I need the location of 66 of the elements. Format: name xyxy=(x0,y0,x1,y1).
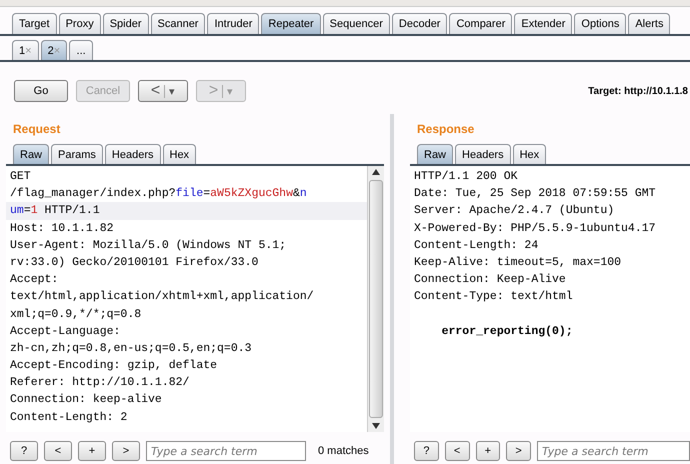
request-tab[interactable]: ... xyxy=(69,40,94,60)
editor-tab[interactable]: Raw xyxy=(417,144,454,164)
main-tab[interactable]: Target xyxy=(12,13,57,34)
code-line: xml;q=0.9,*/*;q=0.8 xyxy=(9,306,142,322)
code-line: X-Powered-By: PHP/5.5.9-1ubuntu4.17 xyxy=(414,222,656,235)
response-editor[interactable] xyxy=(410,166,690,432)
main-tab[interactable]: Extender xyxy=(514,13,572,34)
main-tab[interactable]: Sequencer xyxy=(322,13,390,34)
help-button[interactable]: ? xyxy=(10,441,38,461)
search-field[interactable]: Type a search term xyxy=(146,441,306,461)
code-line: Date: Tue, 25 Sep 2018 07:59:55 GMT xyxy=(414,187,656,200)
scrollbar[interactable] xyxy=(367,166,384,432)
editor-tab[interactable]: Hex xyxy=(512,144,546,164)
code-line: Content-Length: 2 xyxy=(9,410,128,426)
previous-button[interactable]: < xyxy=(444,441,470,461)
next-button[interactable]: > xyxy=(112,441,140,461)
main-tab[interactable]: Options xyxy=(574,13,626,34)
code-line: text/html,application/xhtml+xml,application/ xyxy=(9,289,315,306)
main-tab[interactable]: Comparer xyxy=(449,13,512,34)
match-count: 0 matches xyxy=(318,445,369,457)
back-button[interactable]: < ▾ xyxy=(138,80,188,102)
main-tab[interactable]: Proxy xyxy=(58,13,101,34)
code-line: Referer: http://10.1.1.82/ xyxy=(9,375,190,392)
editor-tab[interactable]: Headers xyxy=(455,144,511,164)
request-editor[interactable] xyxy=(6,166,384,432)
scroll-up-icon[interactable] xyxy=(372,169,380,175)
code-line: zh-cn,zh;q=0.8,en-us;q=0.5,en;q=0.3 xyxy=(9,340,253,357)
code-line: Keep-Alive: timeout=5, max=100 xyxy=(414,256,622,269)
code-line: error_reporting(0); xyxy=(440,324,573,338)
add-button[interactable]: + xyxy=(78,441,106,461)
code-line: Server: Apache/2.4.7 (Ubuntu) xyxy=(414,204,614,218)
main-tab[interactable]: Alerts xyxy=(628,13,670,34)
code-line: HTTP/1.1 200 OK xyxy=(414,170,518,183)
go-button[interactable]: Go xyxy=(14,80,68,102)
add-button[interactable]: + xyxy=(476,441,500,461)
search-field[interactable]: Type a search term xyxy=(537,441,690,461)
code-line: Content-Length: 24 xyxy=(414,238,538,252)
code-line: Accept: xyxy=(9,272,60,288)
code-line: Accept-Language: xyxy=(9,324,122,340)
request-title: Request xyxy=(12,121,62,138)
main-tab[interactable]: Intruder xyxy=(207,13,260,34)
main-tab[interactable]: Scanner xyxy=(150,13,206,34)
code-line: User-Agent: Mozilla/5.0 (Windows NT 5.1; xyxy=(9,238,288,254)
code-line: Connection: keep-alive xyxy=(9,392,163,408)
code-line: Host: 10.1.1.82 xyxy=(9,220,115,237)
code-line: GET xyxy=(9,169,32,185)
help-button[interactable]: ? xyxy=(414,441,439,461)
scroll-down-icon[interactable] xyxy=(372,423,380,429)
target-label: Target: http://10.1.1.8 xyxy=(588,86,688,96)
request-tab[interactable]: 1× xyxy=(12,40,39,60)
code-line: /flag_manager/index.php?file=aW5kZXgucGhw&n xyxy=(9,186,308,202)
code-line: Accept-Encoding: gzip, deflate xyxy=(9,358,218,374)
code-line: rv:33.0) Gecko/20100101 Firefox/33.0 xyxy=(9,254,260,271)
response-title: Response xyxy=(416,121,476,138)
editor-tab[interactable]: Raw xyxy=(13,144,50,164)
next-button[interactable]: > xyxy=(506,441,531,461)
previous-button[interactable]: < xyxy=(44,441,72,461)
main-tab[interactable]: Spider xyxy=(102,13,148,34)
main-tab[interactable]: Decoder xyxy=(392,13,448,34)
code-line: Content-Type: text/html xyxy=(414,290,573,304)
editor-tab[interactable]: Params xyxy=(51,144,103,164)
editor-tab[interactable]: Hex xyxy=(162,144,196,164)
editor-tab[interactable]: Headers xyxy=(104,144,160,164)
main-tab[interactable]: Repeater xyxy=(261,13,321,34)
request-tab[interactable]: 2× xyxy=(40,40,68,60)
code-line: Connection: Keep-Alive xyxy=(414,273,566,286)
